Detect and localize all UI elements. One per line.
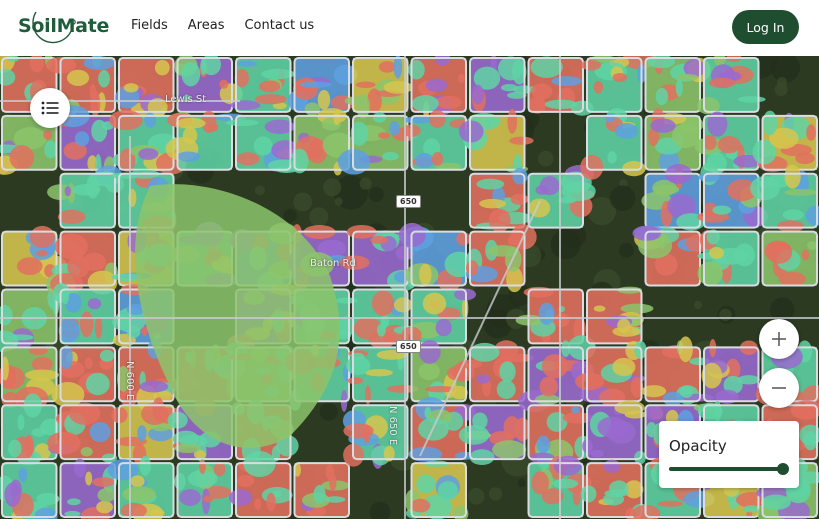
list-icon — [41, 101, 59, 115]
route-shield: 650 — [396, 340, 421, 353]
login-button[interactable]: Log In — [732, 10, 799, 44]
soil-field-parcel[interactable] — [469, 56, 535, 113]
soil-field-parcel[interactable] — [174, 459, 233, 518]
layers-menu-button[interactable] — [30, 88, 70, 128]
soil-field-parcel[interactable] — [115, 57, 175, 118]
soil-field-parcel[interactable] — [410, 339, 475, 404]
soil-field-parcel[interactable] — [344, 56, 413, 119]
soil-field-parcel[interactable] — [405, 460, 469, 519]
opacity-slider-thumb[interactable] — [777, 463, 790, 475]
soilmate-logo[interactable]: SoilMate — [18, 6, 110, 50]
soil-field-parcel[interactable] — [293, 462, 350, 518]
road-label: Baton Rd — [310, 258, 356, 269]
opacity-label: Opacity — [669, 437, 727, 455]
soil-field-parcel[interactable] — [230, 57, 295, 113]
soil-field-parcel[interactable] — [701, 338, 760, 404]
nav-areas[interactable]: Areas — [188, 18, 225, 33]
soil-field-parcel[interactable] — [51, 345, 116, 408]
zoom-in-button[interactable] — [759, 319, 799, 359]
soil-field-parcel[interactable] — [469, 167, 532, 233]
nav-contact-us[interactable]: Contact us — [244, 18, 314, 33]
soil-field-parcel[interactable] — [111, 397, 185, 465]
route-shield: 650 — [396, 195, 421, 208]
soil-field-parcel[interactable] — [287, 57, 358, 116]
soil-field-parcel[interactable] — [696, 56, 766, 115]
soil-field-parcel[interactable] — [225, 114, 302, 173]
soil-field-parcel[interactable] — [408, 56, 467, 119]
road-label: Lewis St — [165, 94, 207, 105]
soil-field-parcel[interactable] — [644, 108, 704, 173]
soil-field-parcel[interactable] — [458, 108, 534, 176]
plus-icon — [772, 332, 786, 346]
soil-field-parcel[interactable] — [0, 462, 60, 519]
road-label: N 600 E — [124, 361, 135, 401]
logo-text: SoilMate — [18, 15, 110, 37]
nav-fields[interactable]: Fields — [131, 18, 168, 33]
soil-field-parcel[interactable] — [52, 282, 116, 345]
road-label: N 650 E — [387, 406, 398, 446]
opacity-slider-fill — [669, 467, 784, 471]
soil-field-parcel[interactable] — [761, 230, 818, 287]
soil-field-parcel[interactable] — [345, 346, 419, 405]
soil-field-parcel[interactable] — [641, 164, 706, 231]
soil-field-parcel[interactable] — [752, 110, 818, 172]
opacity-slider[interactable] — [669, 463, 790, 475]
minus-icon — [772, 387, 786, 389]
opacity-panel: Opacity — [659, 421, 799, 488]
main-nav: Fields Areas Contact us — [131, 18, 314, 33]
top-navbar: SoilMate Fields Areas Contact us Log In — [0, 0, 819, 56]
soil-field-parcel[interactable] — [580, 108, 646, 180]
soil-field-parcel[interactable] — [401, 288, 477, 345]
soil-field-parcel[interactable] — [458, 404, 530, 466]
zoom-out-button[interactable] — [759, 368, 799, 408]
soil-field-parcel[interactable] — [697, 229, 760, 287]
soil-field-parcel[interactable] — [582, 400, 647, 465]
